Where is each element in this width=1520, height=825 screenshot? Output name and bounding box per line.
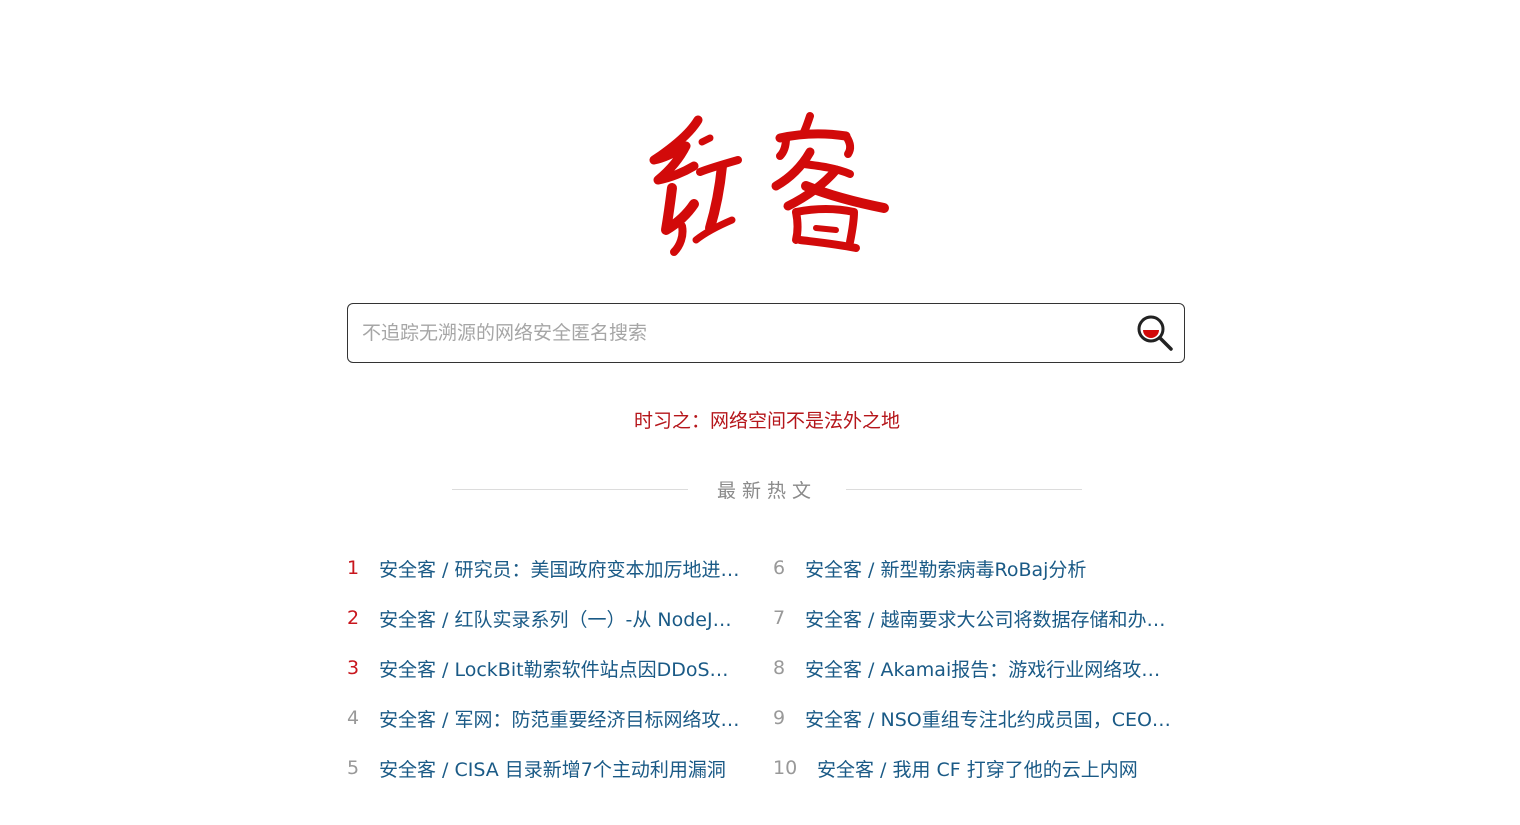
news-link[interactable]: 安全客 / 军网：防范重要经济目标网络攻… bbox=[379, 705, 739, 732]
rank-number: 2 bbox=[347, 607, 360, 629]
news-link[interactable]: 安全客 / LockBit勒索软件站点因DDoS… bbox=[379, 655, 729, 682]
rank-number: 4 bbox=[347, 707, 360, 729]
divider-left bbox=[452, 489, 688, 490]
hot-articles-title: 最新热文 bbox=[716, 480, 817, 502]
list-item: 4 安全客 / 军网：防范重要经济目标网络攻… bbox=[347, 693, 739, 743]
news-link[interactable]: 安全客 / 我用 CF 打穿了他的云上内网 bbox=[817, 755, 1138, 782]
list-item: 5 安全客 / CISA 目录新增7个主动利用漏洞 bbox=[347, 743, 739, 793]
hot-list-right: 6 安全客 / 新型勒索病毒RoBaj分析 7 安全客 / 越南要求大公司将数据… bbox=[773, 543, 1171, 793]
rank-number: 6 bbox=[773, 557, 786, 579]
slogan: 时习之：网络空间不是法外之地 bbox=[633, 410, 900, 432]
rank-number: 7 bbox=[773, 607, 786, 629]
news-link[interactable]: 安全客 / 研究员：美国政府变本加厉地进… bbox=[379, 555, 739, 582]
rank-number: 5 bbox=[347, 757, 360, 779]
magnifier-icon bbox=[1137, 315, 1173, 351]
rank-number: 10 bbox=[773, 757, 798, 779]
hot-articles-header: 最新热文 bbox=[452, 476, 1082, 504]
news-link[interactable]: 安全客 / 越南要求大公司将数据存储和办… bbox=[805, 605, 1165, 632]
search-button[interactable] bbox=[1134, 313, 1176, 353]
hongke-logo-mark bbox=[649, 112, 889, 256]
news-link[interactable]: 安全客 / CISA 目录新增7个主动利用漏洞 bbox=[379, 755, 726, 782]
rank-number: 9 bbox=[773, 707, 786, 729]
rank-number: 1 bbox=[347, 557, 360, 579]
list-item: 7 安全客 / 越南要求大公司将数据存储和办… bbox=[773, 593, 1171, 643]
news-link[interactable]: 安全客 / 红队实录系列（一）-从 NodeJ… bbox=[379, 605, 732, 632]
news-link[interactable]: 安全客 / NSO重组专注北约成员国，CEO… bbox=[805, 705, 1171, 732]
list-item: 9 安全客 / NSO重组专注北约成员国，CEO… bbox=[773, 693, 1171, 743]
hongke-logo[interactable] bbox=[640, 108, 890, 258]
divider-right bbox=[846, 489, 1082, 490]
rank-number: 3 bbox=[347, 657, 360, 679]
hot-list-left: 1 安全客 / 研究员：美国政府变本加厉地进… 2 安全客 / 红队实录系列（一… bbox=[347, 543, 739, 793]
search-input[interactable] bbox=[362, 304, 1122, 362]
list-item: 2 安全客 / 红队实录系列（一）-从 NodeJ… bbox=[347, 593, 739, 643]
list-item: 3 安全客 / LockBit勒索软件站点因DDoS… bbox=[347, 643, 739, 693]
search-box bbox=[347, 303, 1185, 363]
news-link[interactable]: 安全客 / 新型勒索病毒RoBaj分析 bbox=[805, 555, 1086, 582]
list-item: 8 安全客 / Akamai报告：游戏行业网络攻… bbox=[773, 643, 1171, 693]
rank-number: 8 bbox=[773, 657, 786, 679]
list-item: 6 安全客 / 新型勒索病毒RoBaj分析 bbox=[773, 543, 1171, 593]
page: 时习之：网络空间不是法外之地 最新热文 1 安全客 / 研究员：美国政府变本加厉… bbox=[0, 0, 1520, 825]
list-item: 10 安全客 / 我用 CF 打穿了他的云上内网 bbox=[773, 743, 1171, 793]
list-item: 1 安全客 / 研究员：美国政府变本加厉地进… bbox=[347, 543, 739, 593]
news-link[interactable]: 安全客 / Akamai报告：游戏行业网络攻… bbox=[805, 655, 1160, 682]
